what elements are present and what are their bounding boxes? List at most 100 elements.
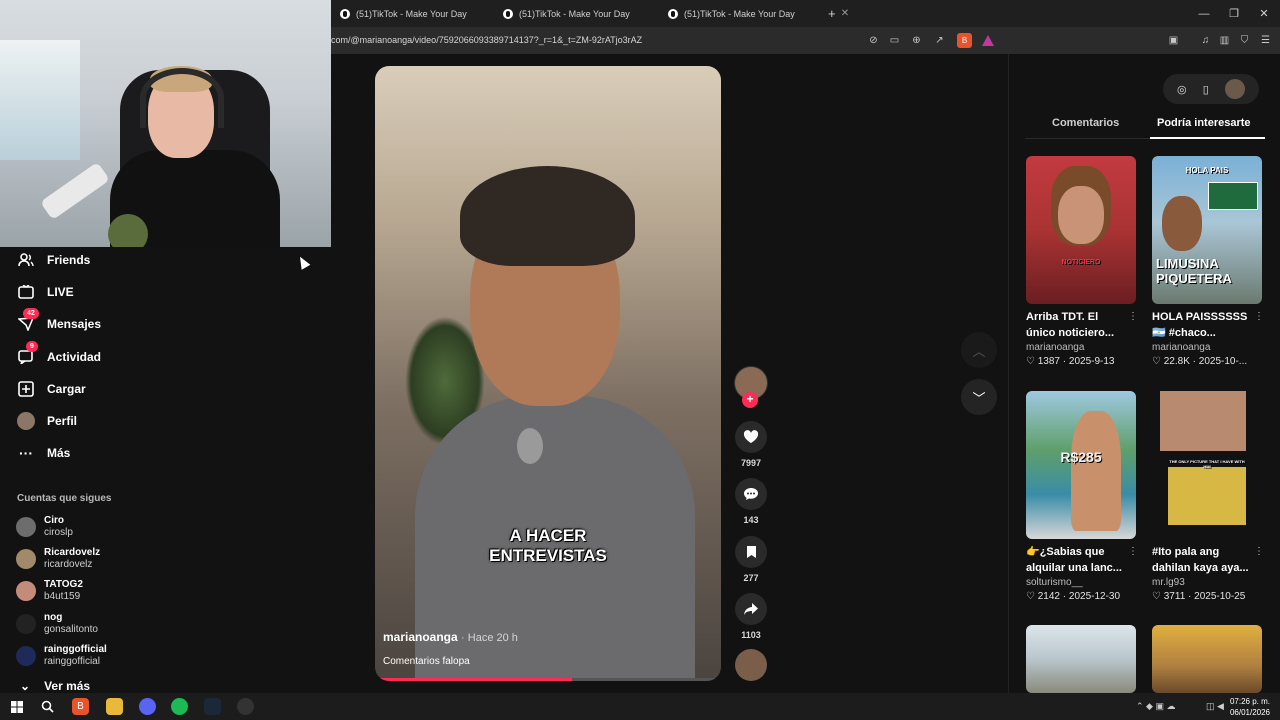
- card-author: solturismo__: [1026, 577, 1083, 588]
- close-tab-icon[interactable]: ✕: [841, 8, 849, 19]
- previous-video-button[interactable]: ︿: [961, 332, 997, 368]
- account-handle: ricardovelz: [44, 559, 93, 570]
- tab-comments[interactable]: Comentarios: [1052, 117, 1119, 129]
- sidebar-item-activity[interactable]: 9 Actividad: [17, 341, 101, 369]
- sidebar-item-more[interactable]: ··· Más: [17, 441, 70, 465]
- zoom-icon[interactable]: ⊕: [909, 33, 924, 48]
- brave-rewards-icon[interactable]: [980, 33, 995, 48]
- taskbar: B ⌃ ◆ ▣ ☁ ◫ ◀ 07:26 p. m. 06/01/2026: [0, 693, 1280, 720]
- bookmark-icon: [735, 536, 767, 568]
- card-meta: ♡ 3711 · 2025-10-25: [1152, 591, 1246, 602]
- video-player[interactable]: A HACER ENTREVISTAS marianoanga · Hace 2…: [375, 66, 721, 681]
- sidebar-toggle-icon[interactable]: ▥: [1217, 33, 1232, 48]
- comment-icon: [735, 478, 767, 510]
- obs-icon[interactable]: [237, 698, 254, 715]
- no-tracking-icon[interactable]: ⊘: [866, 33, 881, 48]
- file-explorer-icon[interactable]: [106, 698, 123, 715]
- suggested-video-card[interactable]: NOTICIERO Arriba TDT. El único noticiero…: [1026, 156, 1138, 367]
- card-date: 2025-10-...: [1198, 356, 1248, 367]
- browser-tab-active[interactable]: (51)TikTok - Make Your Day ✕: [668, 0, 849, 27]
- spotify-icon[interactable]: [171, 698, 188, 715]
- brave-browser-icon[interactable]: B: [72, 698, 89, 715]
- webcam-microphone: [40, 161, 110, 221]
- suggested-video-card[interactable]: [1152, 625, 1264, 693]
- video-thumbnail: HOLA PAIS LIMUSINA PIQUETERA: [1152, 156, 1262, 304]
- sidebar-item-friends[interactable]: Friends: [17, 248, 90, 272]
- restore-icon[interactable]: ❐: [1218, 0, 1250, 27]
- video-caption-overlay: A HACER ENTREVISTAS: [489, 526, 607, 565]
- share-button[interactable]: 1103: [733, 593, 769, 640]
- tiktok-icon: [668, 8, 678, 19]
- next-creator-avatar[interactable]: [735, 649, 767, 681]
- following-account[interactable]: TATOG2 b4ut159: [16, 579, 83, 603]
- network-volume-icons[interactable]: ◫ ◀: [1200, 698, 1230, 715]
- more-options-icon[interactable]: ⋮: [1254, 311, 1264, 322]
- following-account[interactable]: rainggofficial rainggofficial: [16, 644, 107, 668]
- menu-icon[interactable]: ☰: [1258, 33, 1273, 48]
- suggested-video-card[interactable]: [1026, 625, 1138, 693]
- windows-start-icon[interactable]: [8, 698, 25, 715]
- chevron-down-icon: ⌄: [20, 679, 31, 693]
- tab-title: (51)TikTok - Make Your Day: [356, 8, 467, 19]
- sidebar-item-messages[interactable]: 42 Mensajes: [17, 308, 102, 336]
- suggested-video-card[interactable]: HOLA PAIS LIMUSINA PIQUETERA HOLA PAISSS…: [1152, 156, 1264, 367]
- like-button[interactable]: 7997: [733, 421, 769, 468]
- more-options-icon[interactable]: ⋮: [1128, 546, 1138, 557]
- more-icon: ···: [19, 445, 33, 461]
- search-icon[interactable]: [39, 698, 56, 715]
- taskbar-clock[interactable]: 07:26 p. m. 06/01/2026: [1230, 696, 1270, 718]
- sidebar-item-profile[interactable]: Perfil: [17, 409, 77, 433]
- close-window-icon[interactable]: ✕: [1248, 0, 1280, 27]
- discord-icon[interactable]: [139, 698, 156, 715]
- user-avatar[interactable]: [1224, 79, 1245, 99]
- minimize-icon[interactable]: —: [1188, 0, 1220, 27]
- webcam-overlay: [0, 0, 331, 247]
- video-progress-bar[interactable]: [375, 678, 721, 681]
- profile-avatar: [17, 412, 35, 430]
- save-button[interactable]: 277: [733, 536, 769, 583]
- more-options-icon[interactable]: ⋮: [1128, 311, 1138, 322]
- more-options-icon[interactable]: ⋮: [1254, 546, 1264, 557]
- following-section-title: Cuentas que sigues: [17, 493, 112, 504]
- video-author[interactable]: marianoanga · Hace 20 h: [383, 630, 518, 644]
- suggested-video-card[interactable]: R$285 👉¿Sabias que alquilar una lanc... …: [1026, 391, 1138, 602]
- share-icon[interactable]: ↗: [932, 33, 947, 48]
- new-tab-button[interactable]: +: [828, 0, 836, 27]
- chevron-down-icon: ﹀: [972, 390, 986, 406]
- account-name: Ciro: [44, 515, 64, 526]
- media-icon[interactable]: ▣: [1166, 33, 1181, 48]
- system-tray-icons[interactable]: ⌃ ◆ ▣ ☁: [1136, 698, 1196, 715]
- music-icon[interactable]: ♫: [1198, 33, 1213, 48]
- upload-icon: [17, 380, 35, 398]
- vpn-shield-icon[interactable]: ⛉: [1237, 33, 1252, 48]
- see-more-button[interactable]: ⌄ Ver más: [20, 679, 90, 693]
- steam-icon[interactable]: [204, 698, 221, 715]
- compass-icon[interactable]: ◎: [1177, 83, 1187, 96]
- following-account[interactable]: nog gonsalitonto: [16, 612, 98, 636]
- cast-icon[interactable]: ▭: [887, 33, 902, 48]
- video-thumbnail: THE ONLY PICTURE THAT I HAVE WITH HIM: [1152, 391, 1262, 539]
- following-account[interactable]: Ciro ciroslp: [16, 515, 73, 539]
- tab-active-indicator: [1150, 137, 1265, 139]
- sidebar-item-label: Mensajes: [47, 317, 102, 331]
- chevron-up-icon: ︿: [972, 343, 986, 359]
- account-handle: rainggofficial: [44, 656, 100, 667]
- tiktok-icon: [503, 8, 513, 19]
- brave-shields-icon[interactable]: B: [957, 33, 972, 48]
- next-video-button[interactable]: ﹀: [961, 379, 997, 415]
- phone-icon[interactable]: ▯: [1203, 83, 1209, 96]
- sidebar-item-upload[interactable]: Cargar: [17, 377, 86, 401]
- clock-time: 07:26 p. m.: [1229, 697, 1270, 706]
- comment-button[interactable]: 143: [733, 478, 769, 525]
- tab-suggested[interactable]: Podría interesarte: [1157, 117, 1251, 129]
- sidebar-item-live[interactable]: LIVE: [17, 280, 74, 304]
- account-name: Ricardovelz: [44, 547, 101, 558]
- browser-tab[interactable]: (51)TikTok - Make Your Day: [340, 0, 467, 27]
- suggested-video-card[interactable]: THE ONLY PICTURE THAT I HAVE WITH HIM #I…: [1152, 391, 1264, 602]
- thumbnail-overlay-text: NOTICIERO: [1061, 259, 1101, 266]
- following-account[interactable]: Ricardovelz ricardovelz: [16, 547, 100, 571]
- browser-tab[interactable]: (51)TikTok - Make Your Day: [503, 0, 630, 27]
- url-field[interactable]: com/@marianoanga/video/75920660933897141…: [331, 27, 642, 54]
- follow-plus-icon[interactable]: +: [742, 392, 758, 408]
- video-description: Comentarios falopa: [383, 656, 470, 667]
